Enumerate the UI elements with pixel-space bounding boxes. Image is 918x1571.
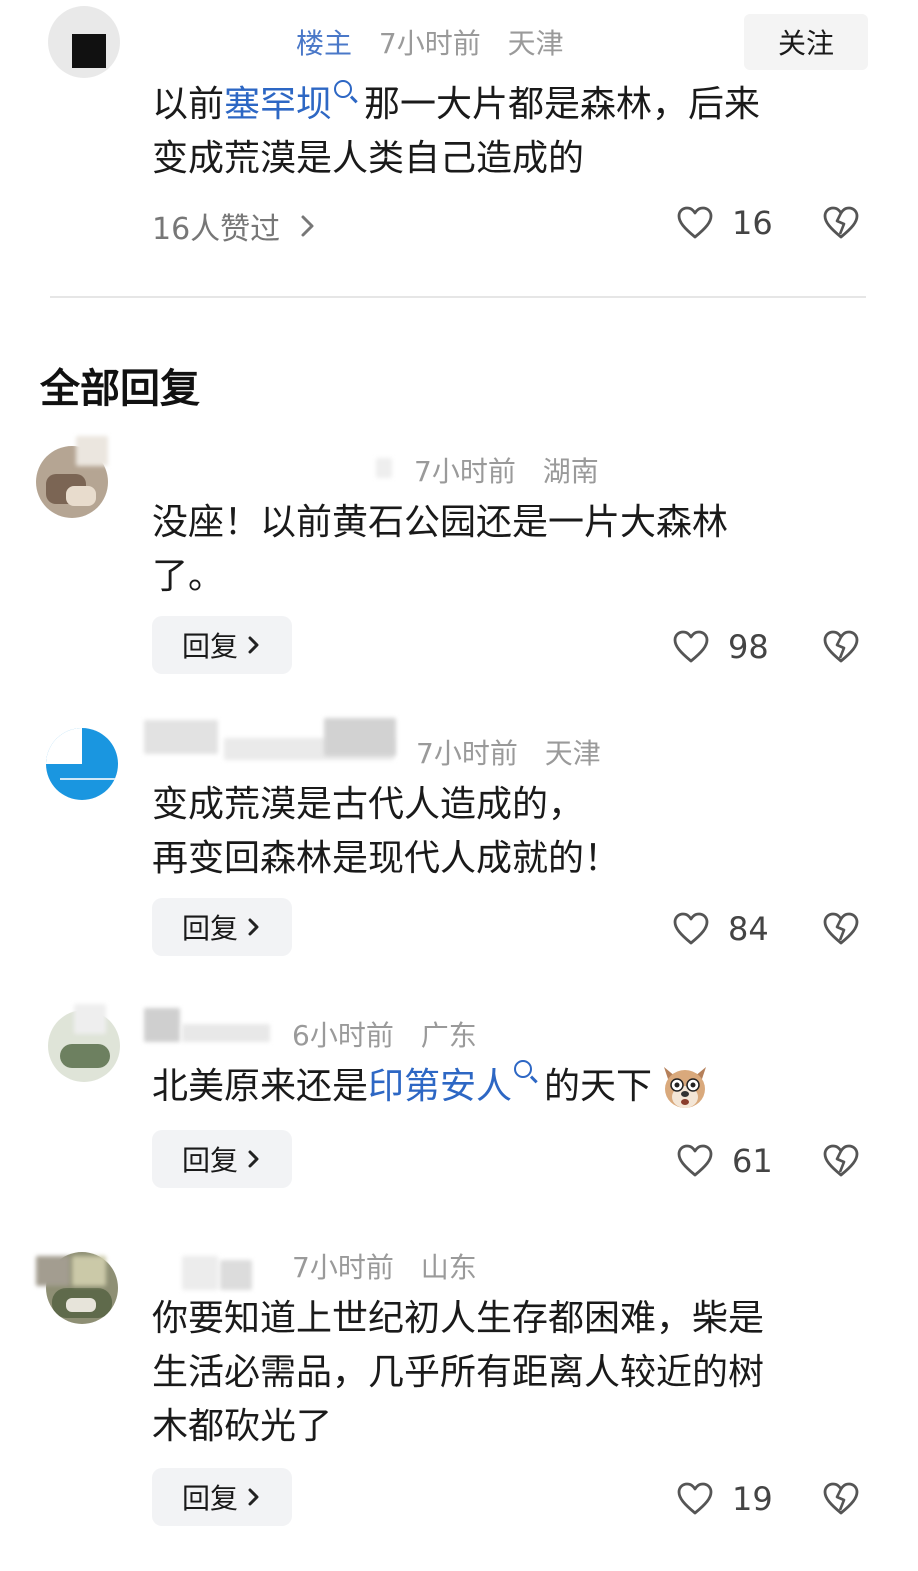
broken-heart-icon[interactable] — [822, 1482, 860, 1516]
reply-button[interactable]: 回复 — [152, 1468, 292, 1526]
like-count: 61 — [732, 1142, 773, 1180]
divider — [50, 296, 866, 298]
topic-link[interactable]: 塞罕坝 — [224, 84, 332, 125]
comment-meta: 7小时前 湖南 — [414, 455, 599, 488]
like-button[interactable]: 61 — [676, 1142, 773, 1180]
broken-heart-icon[interactable] — [822, 912, 860, 946]
heart-outline-icon — [677, 1482, 713, 1515]
broken-heart-icon[interactable] — [822, 1144, 860, 1178]
topic-link[interactable]: 印第安人 — [368, 1060, 512, 1114]
op-like-count: 16 — [732, 204, 773, 242]
broken-heart-icon[interactable] — [822, 206, 860, 240]
comment-text: 北美原来还是 印第安人 的天下 — [152, 1060, 712, 1114]
broken-heart-icon[interactable] — [822, 630, 860, 664]
reply-button[interactable]: 回复 — [152, 898, 292, 956]
heart-outline-icon — [677, 206, 713, 239]
heart-outline-icon — [673, 912, 709, 945]
chevron-right-icon — [248, 636, 259, 654]
comment-text: 你要知道上世纪初人生存都困难，柴是 生活必需品，几乎所有距离人较近的树 木都砍光… — [152, 1298, 765, 1447]
heart-outline-icon — [677, 1144, 713, 1177]
op-meta: 楼主 7小时前 天津 — [296, 22, 582, 62]
dog-face-emoji — [664, 1067, 707, 1108]
like-count: 98 — [728, 628, 769, 666]
comment-text: 变成荒漠是古代人造成的， 再变回森林是现代人成就的！ — [152, 784, 621, 879]
comment-meta: 6小时前 广东 — [292, 1019, 477, 1052]
comment-text: 没座！以前黄石公园还是一片大森林 了。 — [152, 502, 729, 597]
op-location: 天津 — [507, 27, 564, 60]
comment-meta: 7小时前 天津 — [416, 737, 601, 770]
search-icon — [334, 80, 353, 98]
heart-outline-icon — [673, 630, 709, 663]
avatar[interactable] — [46, 728, 118, 800]
reply-button[interactable]: 回复 — [152, 1130, 292, 1188]
op-time: 7小时前 — [378, 27, 481, 60]
like-count: 19 — [732, 1480, 773, 1518]
op-badge: 楼主 — [296, 27, 353, 60]
liked-by-link[interactable]: 16人赞过 — [152, 204, 318, 248]
chevron-right-icon — [248, 1150, 259, 1168]
reply-button[interactable]: 回复 — [152, 616, 292, 674]
comment-meta: 7小时前 山东 — [292, 1251, 477, 1284]
follow-button[interactable]: 关注 — [744, 14, 868, 70]
like-button[interactable]: 19 — [676, 1480, 773, 1518]
chevron-right-icon — [248, 1488, 259, 1506]
op-comment-text: 以前塞罕坝 那一大片都是森林，后来 变成荒漠是人类自己造成的 — [152, 78, 760, 186]
search-icon — [514, 1060, 533, 1078]
op-like-button[interactable]: 16 — [676, 204, 773, 242]
op-avatar[interactable] — [48, 6, 120, 78]
like-button[interactable]: 84 — [672, 910, 769, 948]
chevron-right-icon — [301, 215, 314, 237]
like-count: 84 — [728, 910, 769, 948]
like-button[interactable]: 98 — [672, 628, 769, 666]
chevron-right-icon — [248, 918, 259, 936]
section-title: 全部回复 — [40, 366, 200, 412]
